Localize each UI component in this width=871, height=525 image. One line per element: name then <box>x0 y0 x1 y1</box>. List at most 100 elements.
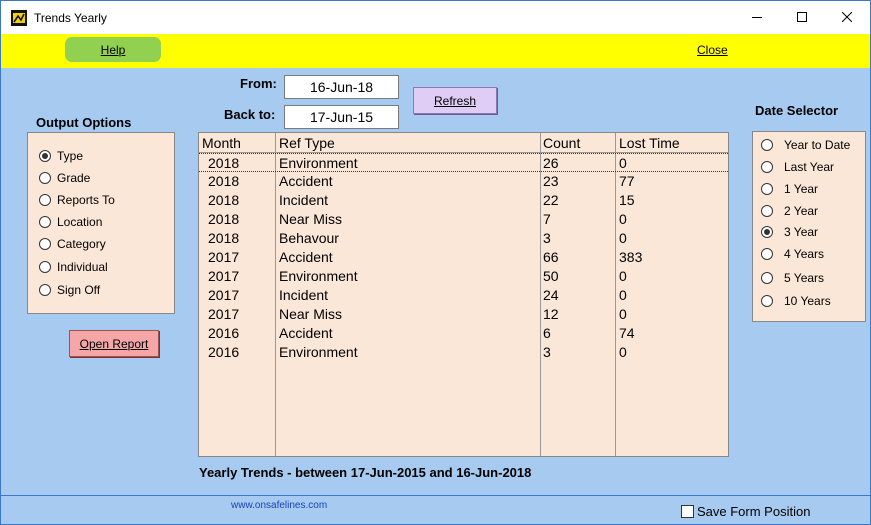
cell-month: 2017 <box>208 249 240 265</box>
table-row[interactable]: 2018 Incident 22 15 <box>199 191 728 210</box>
option-label: Grade <box>57 171 91 185</box>
title-bar[interactable]: Trends Yearly <box>1 1 870 34</box>
option-label: 4 Years <box>784 247 825 261</box>
cell-month: 2018 <box>208 173 240 189</box>
open-report-button[interactable]: Open Report <box>69 330 159 357</box>
option-label: Category <box>57 237 106 251</box>
date-option-year-to-date[interactable]: Year to Date <box>761 138 850 152</box>
menu-bar: Help Close <box>1 34 870 68</box>
radio-button[interactable] <box>39 284 51 296</box>
column-header-lost-time[interactable]: Lost Time <box>619 135 680 151</box>
radio-button[interactable] <box>39 172 51 184</box>
option-label: 2 Year <box>784 204 819 218</box>
cell-ref-type: Near Miss <box>279 211 343 227</box>
table-row[interactable]: 2018 Behavour 3 0 <box>199 229 728 248</box>
cell-count: 3 <box>543 344 551 360</box>
column-header-count[interactable]: Count <box>543 135 580 151</box>
radio-button[interactable] <box>39 194 51 206</box>
save-form-position-toggle[interactable]: Save Form Position <box>681 504 810 519</box>
radio-button[interactable] <box>39 216 51 228</box>
output-option-category[interactable]: Category <box>39 237 106 251</box>
cell-ref-type: Incident <box>279 192 329 208</box>
from-label: From: <box>240 76 277 91</box>
cell-count: 3 <box>543 230 551 246</box>
radio-button[interactable] <box>39 150 51 162</box>
close-button[interactable]: Close <box>697 43 728 57</box>
cell-lost-time: 77 <box>619 173 635 189</box>
date-option-4-years[interactable]: 4 Years <box>761 247 824 261</box>
output-option-sign-off[interactable]: Sign Off <box>39 283 100 297</box>
option-label: Year to Date <box>784 138 851 152</box>
radio-button[interactable] <box>761 226 773 238</box>
radio-button[interactable] <box>39 238 51 250</box>
radio-button[interactable] <box>761 205 773 217</box>
option-label: 5 Years <box>784 271 825 285</box>
option-label: Location <box>57 215 103 229</box>
output-option-individual[interactable]: Individual <box>39 260 108 274</box>
app-icon <box>11 10 27 26</box>
radio-button[interactable] <box>761 183 773 195</box>
radio-button[interactable] <box>761 139 773 151</box>
cell-ref-type: Near Miss <box>279 306 343 322</box>
save-form-position-label: Save Form Position <box>697 504 811 519</box>
radio-button[interactable] <box>39 261 51 273</box>
website-link[interactable]: www.onsafelines.com <box>231 500 327 511</box>
date-option-2-year[interactable]: 2 Year <box>761 204 818 218</box>
summary-text: Yearly Trends - between 17-Jun-2015 and … <box>199 465 532 480</box>
date-option-3-year[interactable]: 3 Year <box>761 225 818 239</box>
cell-ref-type: Behavour <box>279 230 339 246</box>
table-row[interactable]: 2018 Environment 26 0 <box>199 153 728 172</box>
table-row[interactable]: 2017 Incident 24 0 <box>199 286 728 305</box>
cell-lost-time: 74 <box>619 325 635 341</box>
maximize-icon <box>797 12 807 22</box>
output-options-title: Output Options <box>36 115 132 130</box>
cell-month: 2018 <box>208 155 240 171</box>
output-option-location[interactable]: Location <box>39 215 102 229</box>
cell-ref-type: Environment <box>279 344 358 360</box>
footer-divider <box>1 495 870 496</box>
cell-lost-time: 0 <box>619 155 627 171</box>
output-option-reports-to[interactable]: Reports To <box>39 193 115 207</box>
date-option-1-year[interactable]: 1 Year <box>761 182 818 196</box>
table-row[interactable]: 2018 Accident 23 77 <box>199 172 728 191</box>
radio-button[interactable] <box>761 248 773 260</box>
refresh-button[interactable]: Refresh <box>413 87 497 114</box>
cell-ref-type: Accident <box>279 325 333 341</box>
radio-button[interactable] <box>761 295 773 307</box>
date-option-5-years[interactable]: 5 Years <box>761 271 824 285</box>
output-option-grade[interactable]: Grade <box>39 171 90 185</box>
option-label: 3 Year <box>784 225 819 239</box>
maximize-button[interactable] <box>779 1 825 33</box>
from-date-field[interactable]: 16-Jun-18 <box>284 75 399 99</box>
window-title: Trends Yearly <box>34 11 107 25</box>
save-form-position-checkbox[interactable] <box>681 505 694 518</box>
table-row[interactable]: 2016 Accident 6 74 <box>199 324 728 343</box>
cell-month: 2016 <box>208 344 240 360</box>
table-row[interactable]: 2018 Near Miss 7 0 <box>199 210 728 229</box>
cell-count: 12 <box>543 306 559 322</box>
trends-table[interactable]: Month Ref Type Count Lost Time 2018 Envir… <box>198 132 729 457</box>
radio-button[interactable] <box>761 161 773 173</box>
radio-button[interactable] <box>761 272 773 284</box>
cell-count: 22 <box>543 192 559 208</box>
date-option-10-years[interactable]: 10 Years <box>761 294 831 308</box>
minimize-button[interactable] <box>734 1 780 33</box>
cell-lost-time: 0 <box>619 344 627 360</box>
cell-ref-type: Environment <box>279 268 358 284</box>
help-button[interactable]: Help <box>65 37 161 62</box>
output-option-type[interactable]: Type <box>39 149 83 163</box>
table-row[interactable]: 2017 Accident 66 383 <box>199 248 728 267</box>
date-option-last-year[interactable]: Last Year <box>761 160 834 174</box>
cell-lost-time: 0 <box>619 230 627 246</box>
back-to-date-field[interactable]: 17-Jun-15 <box>284 105 399 129</box>
close-window-button[interactable] <box>824 1 870 33</box>
option-label: Last Year <box>784 160 835 174</box>
column-header-ref-type[interactable]: Ref Type <box>279 135 335 151</box>
table-row[interactable]: 2017 Environment 50 0 <box>199 267 728 286</box>
cell-lost-time: 0 <box>619 287 627 303</box>
cell-count: 23 <box>543 173 559 189</box>
column-header-month[interactable]: Month <box>202 135 241 151</box>
table-row[interactable]: 2016 Environment 3 0 <box>199 343 728 362</box>
cell-ref-type: Accident <box>279 173 333 189</box>
table-row[interactable]: 2017 Near Miss 12 0 <box>199 305 728 324</box>
